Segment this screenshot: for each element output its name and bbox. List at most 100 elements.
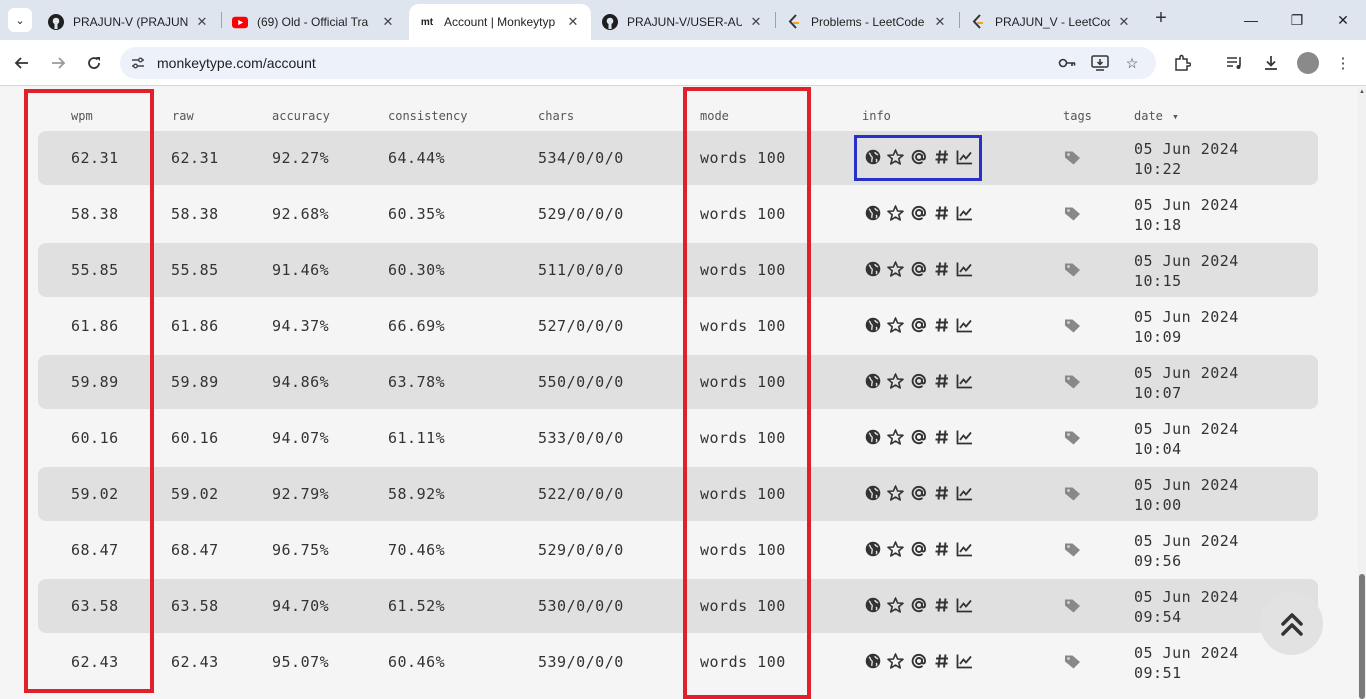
star-icon[interactable] [887,428,904,446]
date-time: 10:09 [1134,328,1182,346]
profile-avatar[interactable] [1297,52,1319,74]
close-icon[interactable]: ✕ [1116,14,1132,30]
hash-icon[interactable] [933,428,950,446]
site-info-icon[interactable] [130,55,146,71]
globe-icon[interactable] [864,372,881,390]
chart-icon[interactable] [956,204,973,222]
at-icon[interactable] [910,596,927,614]
cell-chars: 534/0/0/0 [538,149,624,167]
password-key-icon[interactable] [1057,53,1077,73]
date-time: 09:56 [1134,552,1182,570]
reload-icon [88,57,100,69]
globe-icon[interactable] [864,540,881,558]
chart-icon[interactable] [956,540,973,558]
hash-icon[interactable] [933,484,950,502]
at-icon[interactable] [910,316,927,334]
scroll-up-arrow[interactable]: ▲ [1358,89,1366,95]
tag-icon[interactable] [1064,598,1081,613]
header-raw[interactable]: raw [172,109,194,123]
tab-leetcode-problems[interactable]: Problems - LeetCode ✕ [776,4,958,40]
hash-icon[interactable] [933,540,950,558]
address-bar[interactable]: monkeytype.com/account ☆ [120,47,1156,79]
scrollbar-thumb[interactable] [1359,574,1365,699]
tag-icon[interactable] [1064,150,1081,165]
scroll-to-top-button[interactable] [1260,592,1323,655]
tag-icon[interactable] [1064,654,1081,669]
star-icon[interactable] [887,204,904,222]
at-icon[interactable] [910,652,927,670]
extensions-icon[interactable] [1170,51,1194,75]
browser-menu-icon[interactable]: ⋮ [1331,51,1355,75]
restore-button[interactable]: ❐ [1274,0,1320,40]
header-chars[interactable]: chars [538,109,574,123]
chart-icon[interactable] [956,316,973,334]
globe-icon[interactable] [864,652,881,670]
tab-github-profile[interactable]: PRAJUN-V (PRAJUN V ✕ [38,4,220,40]
star-icon[interactable] [887,540,904,558]
hash-icon[interactable] [933,652,950,670]
chevron-down-icon: ⌄ [15,14,25,27]
at-icon[interactable] [910,428,927,446]
star-icon[interactable] [887,484,904,502]
page-scrollbar[interactable]: ▲ [1358,87,1366,699]
close-icon[interactable]: ✕ [194,14,210,30]
new-tab-button[interactable]: + [1150,8,1172,30]
hash-icon[interactable] [933,260,950,278]
globe-icon[interactable] [864,428,881,446]
header-date[interactable]: date ▾ [1134,109,1179,123]
close-icon[interactable]: ✕ [565,14,581,30]
chart-icon[interactable] [956,596,973,614]
forward-button[interactable] [46,51,70,75]
minimize-button[interactable]: — [1228,0,1274,40]
star-icon[interactable] [887,652,904,670]
bookmark-star-icon[interactable]: ☆ [1122,53,1142,73]
tag-icon[interactable] [1064,318,1081,333]
at-icon[interactable] [910,484,927,502]
at-icon[interactable] [910,260,927,278]
downloads-icon[interactable] [1259,51,1283,75]
close-icon[interactable]: ✕ [380,14,396,30]
back-button[interactable] [10,51,34,75]
cell-accuracy: 92.27% [272,149,330,167]
star-icon[interactable] [887,596,904,614]
hash-icon[interactable] [933,204,950,222]
star-icon[interactable] [887,316,904,334]
chart-icon[interactable] [956,652,973,670]
chart-icon[interactable] [956,260,973,278]
tag-icon[interactable] [1064,542,1081,557]
tab-search-button[interactable]: ⌄ [8,8,32,32]
globe-icon[interactable] [864,260,881,278]
header-consistency[interactable]: consistency [388,109,467,123]
chart-icon[interactable] [956,428,973,446]
close-icon[interactable]: ✕ [932,14,948,30]
globe-icon[interactable] [864,204,881,222]
chart-icon[interactable] [956,484,973,502]
tag-icon[interactable] [1064,206,1081,221]
tab-leetcode-profile[interactable]: PRAJUN_V - LeetCod ✕ [960,4,1142,40]
tab-github-repo[interactable]: PRAJUN-V/USER-AU ✕ [592,4,774,40]
tag-icon[interactable] [1064,430,1081,445]
hash-icon[interactable] [933,316,950,334]
hash-icon[interactable] [933,372,950,390]
close-window-button[interactable]: ✕ [1320,0,1366,40]
tag-icon[interactable] [1064,374,1081,389]
close-icon[interactable]: ✕ [748,14,764,30]
star-icon[interactable] [887,260,904,278]
at-icon[interactable] [910,372,927,390]
tab-monkeytype[interactable]: mt Account | Monkeytyp ✕ [409,4,591,40]
at-icon[interactable] [910,204,927,222]
tab-youtube[interactable]: (69) Old - Official Tra ✕ [222,4,406,40]
globe-icon[interactable] [864,316,881,334]
install-app-icon[interactable] [1090,53,1110,73]
header-accuracy[interactable]: accuracy [272,109,330,123]
tag-icon[interactable] [1064,262,1081,277]
chart-icon[interactable] [956,372,973,390]
at-icon[interactable] [910,540,927,558]
hash-icon[interactable] [933,596,950,614]
media-control-icon[interactable] [1223,51,1247,75]
tag-icon[interactable] [1064,486,1081,501]
globe-icon[interactable] [864,484,881,502]
star-icon[interactable] [887,372,904,390]
globe-icon[interactable] [864,596,881,614]
reload-button[interactable] [82,51,106,75]
